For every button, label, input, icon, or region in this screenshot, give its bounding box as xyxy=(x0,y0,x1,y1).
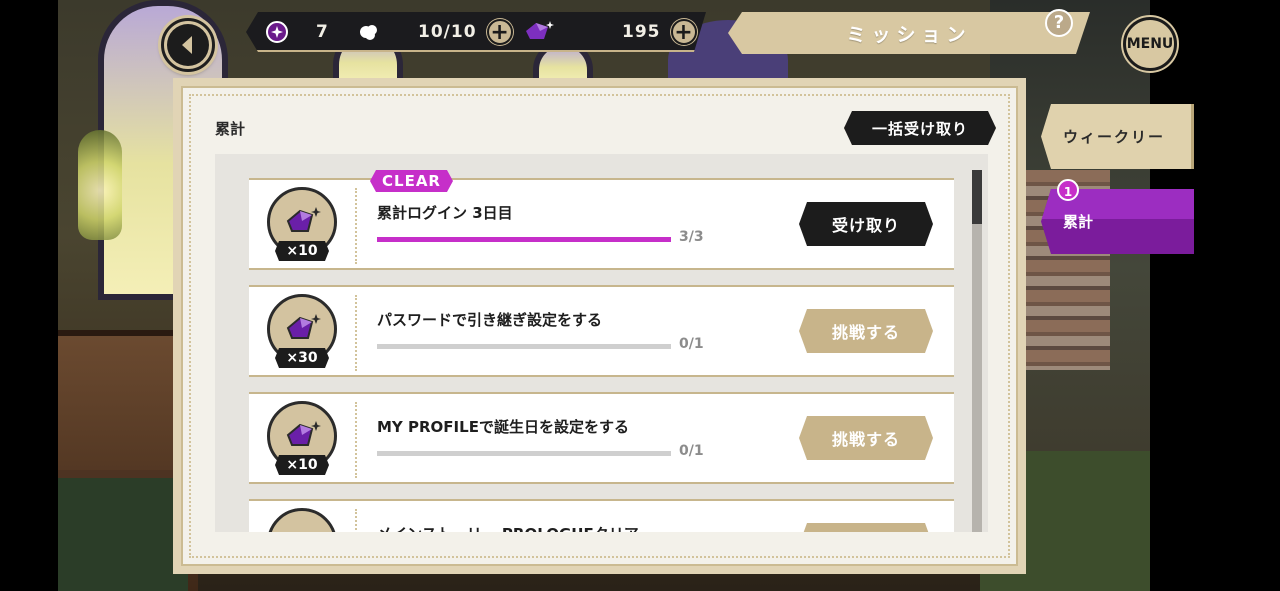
help-icon[interactable]: ? xyxy=(1045,9,1073,37)
event-token-icon xyxy=(266,21,288,43)
claim-all-button[interactable]: 一括受け取り xyxy=(844,111,996,145)
progress-text: 3/3 xyxy=(679,229,704,245)
mission-name: MY PROFILEで誕生日を設定をする xyxy=(377,418,629,436)
event-token-display: 7 xyxy=(266,12,329,52)
scrollbar-thumb[interactable] xyxy=(972,170,982,224)
reward-count: ×10 xyxy=(275,455,329,475)
notification-badge: 1 xyxy=(1057,179,1079,201)
stamina-display: 10/10 + xyxy=(358,12,513,52)
gem-plus-button[interactable]: + xyxy=(671,19,697,45)
section-label: 累計 xyxy=(215,120,246,138)
background-desk xyxy=(58,470,188,591)
clear-badge: CLEAR xyxy=(370,170,453,192)
mission-name: パスワードで引き継ぎ設定をする xyxy=(377,311,603,329)
progress-text: 0/1 xyxy=(679,336,704,352)
stamina-count: 10/10 xyxy=(418,22,477,42)
mission-row: ×30 パスワードで引き継ぎ設定をする 0/1 挑戦する xyxy=(249,285,954,377)
mission-title-bar: ミッション xyxy=(728,12,1090,54)
background-lamp xyxy=(78,130,122,240)
menu-button[interactable]: MENU xyxy=(1123,17,1177,71)
receive-button[interactable]: 受け取り xyxy=(799,202,933,246)
challenge-button[interactable] xyxy=(799,523,933,532)
row-divider xyxy=(355,509,357,532)
resource-bar: 7 10/10 + 195 + xyxy=(246,12,706,52)
progress-text: 0/1 xyxy=(679,443,704,459)
tab-cumulative-label: 累計 xyxy=(1063,213,1094,231)
gem-icon xyxy=(522,19,556,45)
mission-name: メインストーリー PROLOGUEクリア xyxy=(377,523,639,532)
stamina-plus-button[interactable]: + xyxy=(487,19,513,45)
tab-weekly-label: ウィークリー xyxy=(1063,128,1166,146)
progress-bar xyxy=(377,451,671,456)
progress-bar xyxy=(377,237,671,242)
reward-count: ×30 xyxy=(275,348,329,368)
back-arrow-icon xyxy=(167,24,209,66)
menu-label: MENU xyxy=(1126,36,1174,52)
reward-icon xyxy=(267,508,337,532)
stamina-icon xyxy=(358,22,380,42)
gem-count: 195 xyxy=(622,22,661,42)
challenge-button[interactable]: 挑戦する xyxy=(799,416,933,460)
back-button[interactable] xyxy=(161,18,215,72)
row-divider xyxy=(355,295,357,371)
mission-row: ×10 MY PROFILEで誕生日を設定をする 0/1 挑戦する xyxy=(249,392,954,484)
mission-name: 累計ログイン 3日目 xyxy=(377,204,513,222)
mission-panel: 累計 一括受け取り CLEAR ×10 累計ログイン 3日目 3/3 受け取り xyxy=(173,78,1026,574)
mission-list[interactable]: CLEAR ×10 累計ログイン 3日目 3/3 受け取り ×30 パスワードで… xyxy=(215,154,988,532)
scrollbar[interactable] xyxy=(972,170,982,532)
mission-row: メインストーリー PROLOGUEクリア xyxy=(249,499,954,532)
tab-weekly[interactable]: ウィークリー xyxy=(1041,104,1194,169)
page-title: ミッション xyxy=(846,23,972,46)
mission-panel-inner: 累計 一括受け取り CLEAR ×10 累計ログイン 3日目 3/3 受け取り xyxy=(181,86,1018,566)
row-divider xyxy=(355,402,357,478)
progress-fill xyxy=(377,237,671,242)
row-divider xyxy=(355,188,357,264)
challenge-button[interactable]: 挑戦する xyxy=(799,309,933,353)
reward-count: ×10 xyxy=(275,241,329,261)
progress-bar xyxy=(377,344,671,349)
gem-display: 195 + xyxy=(522,12,697,52)
event-token-count: 7 xyxy=(316,22,329,42)
mission-row: CLEAR ×10 累計ログイン 3日目 3/3 受け取り xyxy=(249,178,954,270)
